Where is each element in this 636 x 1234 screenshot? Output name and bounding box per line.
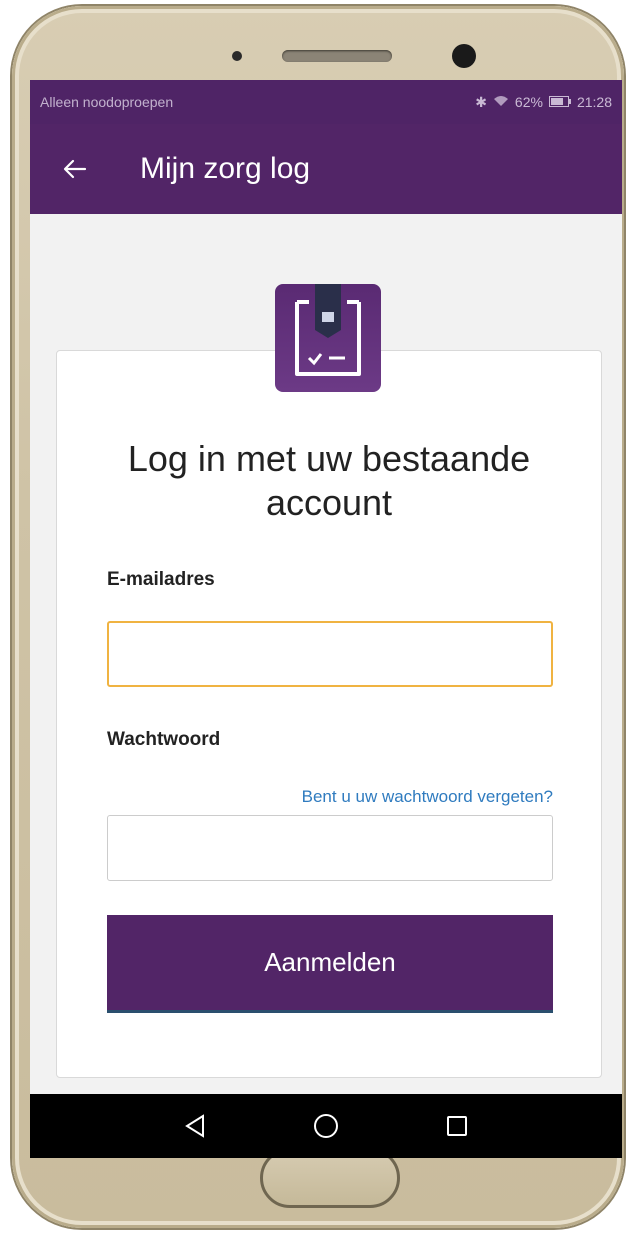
status-bar: Alleen noodoproepen ✱ 62% 21:28 (30, 80, 622, 124)
login-content: Log in met uw bestaande account E-mailad… (30, 214, 622, 1094)
wifi-icon (493, 94, 509, 110)
triangle-back-icon[interactable] (173, 1104, 217, 1148)
phone-screen: Alleen noodoproepen ✱ 62% 21:28 Mijn zor… (30, 80, 622, 1158)
password-field[interactable] (107, 815, 553, 881)
login-card: Log in met uw bestaande account E-mailad… (56, 350, 602, 1078)
app-logo (275, 284, 381, 392)
login-heading: Log in met uw bestaande account (127, 438, 531, 523)
password-label: Wachtwoord (107, 729, 221, 750)
sensor-dot (232, 51, 242, 61)
app-title: Mijn zorg log (140, 152, 311, 185)
android-nav-bar (30, 1094, 622, 1158)
login-button[interactable]: Aanmelden (107, 915, 553, 1013)
clock: 21:28 (576, 94, 612, 110)
status-carrier-text: Alleen noodoproepen (40, 94, 174, 110)
email-field[interactable] (107, 621, 553, 687)
circle-home-icon[interactable] (304, 1104, 348, 1148)
front-camera (452, 44, 476, 68)
battery-icon (548, 94, 571, 110)
forgot-password-link[interactable]: Bent u uw wachtwoord vergeten? (302, 787, 553, 807)
app-bar: Mijn zorg log (30, 124, 622, 214)
status-icons: ✱ 62% 21:28 (475, 94, 612, 111)
email-label: E-mailadres (107, 569, 215, 590)
battery-percent: 62% (514, 94, 543, 110)
arrow-left-icon[interactable] (60, 154, 90, 184)
bluetooth-icon: ✱ (475, 93, 487, 110)
square-recents-icon[interactable] (435, 1104, 479, 1148)
earpiece-speaker (282, 50, 392, 62)
